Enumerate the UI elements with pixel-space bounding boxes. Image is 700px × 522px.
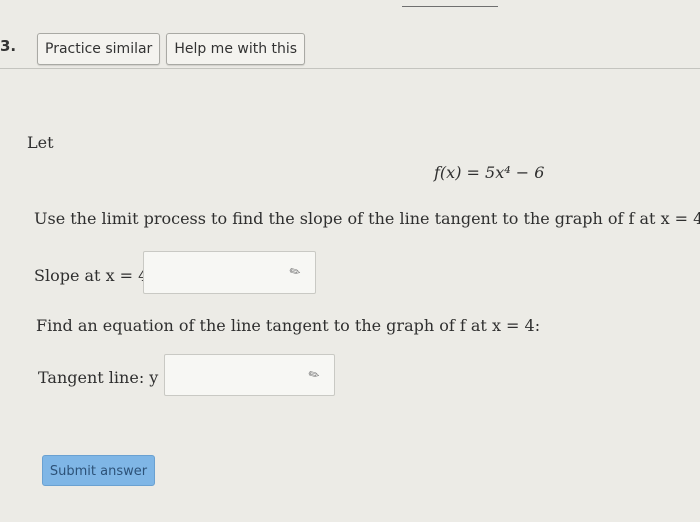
- instruction-text: Use the limit process to find the slope …: [34, 209, 700, 228]
- tangent-label: Tangent line: y =: [38, 368, 177, 387]
- pencil-icon[interactable]: ✎: [306, 366, 323, 384]
- intro-text: Let: [27, 133, 54, 152]
- practice-similar-button[interactable]: Practice similar: [37, 33, 161, 65]
- tangent-input[interactable]: ✎: [164, 354, 335, 396]
- function-formula: f(x) = 5x⁴ − 6: [434, 163, 545, 182]
- question-number: 3.: [0, 37, 17, 55]
- toolbar: Practice similar Help me with this: [37, 33, 306, 65]
- submit-answer-button[interactable]: Submit answer: [42, 455, 155, 486]
- top-divider: [402, 6, 498, 7]
- pencil-icon[interactable]: ✎: [287, 263, 304, 281]
- equation-instruction: Find an equation of the line tangent to …: [36, 316, 541, 335]
- header-divider: [0, 68, 700, 69]
- slope-input[interactable]: ✎: [143, 251, 316, 294]
- slope-label: Slope at x = 4:: [34, 266, 154, 285]
- help-me-button[interactable]: Help me with this: [166, 33, 306, 65]
